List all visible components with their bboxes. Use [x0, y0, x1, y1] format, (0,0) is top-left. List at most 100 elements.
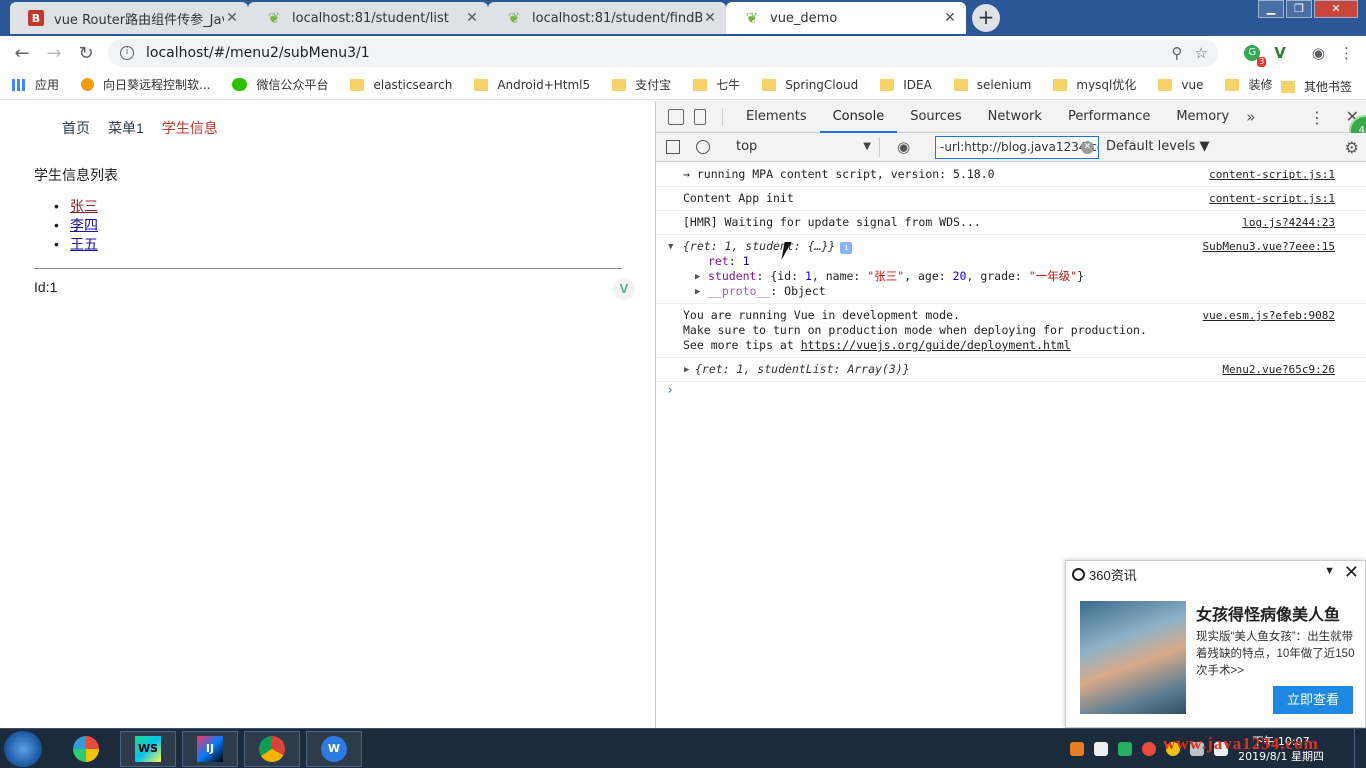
student-link[interactable]: 张三	[70, 198, 98, 214]
more-tabs-icon[interactable]: »	[1246, 108, 1255, 126]
taskbar-app-colorful[interactable]	[58, 731, 114, 767]
wps-icon: W	[321, 736, 347, 762]
browser-menu-icon[interactable]: ⋮	[1339, 44, 1354, 62]
bookmark-folder[interactable]: selenium	[953, 78, 1031, 92]
taskbar-app-chrome[interactable]	[244, 731, 300, 767]
tab-close-icon[interactable]: ✕	[942, 10, 958, 26]
back-icon[interactable]: ←	[6, 43, 38, 64]
close-window-icon[interactable]: ✕	[1314, 0, 1358, 18]
sogou-ime-icon[interactable]	[1070, 742, 1085, 756]
devtools-tab-console[interactable]: Console	[819, 101, 898, 133]
reload-icon[interactable]: ↻	[70, 43, 102, 64]
bookmark-folder[interactable]: elasticsearch	[350, 78, 452, 92]
tab-vue-demo[interactable]: ❦ vue_demo ✕	[726, 2, 966, 34]
address-bar[interactable]: i localhost/#/menu2/subMenu3/1 ⚲ ☆	[108, 39, 1218, 67]
clear-filter-icon[interactable]: ✕	[1081, 141, 1094, 154]
bookmark-folder[interactable]: vue	[1158, 78, 1203, 92]
notification-icon[interactable]	[1094, 742, 1109, 756]
expand-triangle-icon[interactable]: ▶	[695, 270, 700, 285]
other-bookmarks[interactable]: 其他书签	[1280, 78, 1352, 95]
vue-devtools-extension-icon[interactable]: V	[1274, 44, 1286, 62]
inspect-element-icon[interactable]	[668, 108, 684, 125]
nav-student-info-link[interactable]: 学生信息	[162, 118, 218, 138]
devtools-tab-memory[interactable]: Memory	[1163, 101, 1242, 133]
tab-close-icon[interactable]: ✕	[702, 10, 718, 26]
source-link[interactable]: SubMenu3.vue?7eee:15	[1203, 239, 1335, 254]
collapse-triangle-icon[interactable]: ▼	[668, 240, 673, 255]
student-link[interactable]: 王五	[70, 236, 98, 252]
nav-menu1-link[interactable]: 菜单1	[108, 118, 144, 138]
log-levels-dropdown[interactable]: Default levels ▼	[1106, 139, 1209, 154]
tab-student-findbyid[interactable]: ❦ localhost:81/student/findById ✕	[488, 2, 726, 34]
clear-console-icon[interactable]	[696, 140, 710, 154]
object-header[interactable]: ▼ {ret: 1, student: {…}} i	[668, 239, 1227, 254]
360-tray-icon[interactable]	[1142, 742, 1157, 756]
sidebar-toggle-icon[interactable]	[666, 140, 680, 154]
view-now-button[interactable]: 立即查看	[1273, 686, 1353, 714]
expand-triangle-icon[interactable]: ▶	[684, 363, 689, 378]
vue-devtools-floating-icon[interactable]: V	[613, 278, 635, 300]
student-link[interactable]: 李四	[70, 217, 98, 233]
console-prompt[interactable]: ›	[656, 382, 1366, 400]
popup-close-icon[interactable]: ✕	[1344, 562, 1359, 583]
bookmark-folder[interactable]: SpringCloud	[762, 78, 858, 92]
source-link[interactable]: content-script.js:1	[1209, 167, 1335, 182]
profile-avatar-icon[interactable]: ◉	[1312, 44, 1325, 62]
bookmark-folder[interactable]: IDEA	[880, 78, 932, 92]
object-property-proto[interactable]: ▶ __proto__: Object	[683, 284, 1227, 299]
site-info-icon[interactable]: i	[120, 46, 134, 60]
tab-student-list[interactable]: ❦ localhost:81/student/list ✕	[248, 2, 488, 34]
bookmark-star-icon[interactable]: ☆	[1195, 44, 1208, 62]
folder-icon	[350, 78, 365, 91]
new-tab-button[interactable]: +	[972, 4, 1000, 32]
grammarly-extension-icon[interactable]: G3	[1244, 45, 1267, 67]
console-object-message[interactable]: ▶ {ret: 1, studentList: Array(3)} Menu2.…	[656, 358, 1366, 382]
bookmark-sunlogin[interactable]: 向日葵远程控制软...	[81, 76, 210, 93]
nav-home-link[interactable]: 首页	[62, 118, 90, 138]
message-text: See more tips at	[683, 338, 801, 352]
devtools-tab-elements[interactable]: Elements	[733, 101, 820, 133]
news-title[interactable]: 女孩得怪病像美人鱼	[1196, 601, 1340, 625]
bookmark-wechat[interactable]: 微信公众平台	[232, 76, 328, 93]
live-expression-eye-icon[interactable]: ◉	[897, 138, 910, 156]
source-link[interactable]: vue.esm.js?efeb:9082	[1203, 308, 1335, 323]
bookmark-folder[interactable]: Android+Html5	[474, 78, 590, 92]
maximize-icon[interactable]: ❐	[1286, 0, 1312, 18]
taskbar-app-intellij[interactable]: IJ	[182, 731, 238, 767]
bookmark-folder[interactable]: mysql优化	[1053, 76, 1136, 93]
start-button-icon[interactable]	[4, 731, 42, 767]
context-selector[interactable]: top ▼	[728, 137, 880, 157]
console-message: [HMR] Waiting for update signal from WDS…	[656, 211, 1366, 235]
minimize-icon[interactable]: ▁	[1258, 0, 1284, 18]
security-shield-icon[interactable]	[1118, 742, 1133, 756]
news-image[interactable]	[1080, 601, 1186, 714]
tab-close-icon[interactable]: ✕	[464, 10, 480, 26]
tab-close-icon[interactable]: ✕	[224, 10, 240, 26]
zoom-search-icon[interactable]: ⚲	[1172, 44, 1183, 62]
expand-triangle-icon[interactable]: ▶	[695, 285, 700, 300]
source-link[interactable]: content-script.js:1	[1209, 191, 1335, 206]
console-settings-gear-icon[interactable]: ⚙	[1345, 138, 1359, 157]
object-property-student[interactable]: ▶ student: {id: 1, name: "张三", age: 20, …	[683, 269, 1227, 284]
taskbar-app-webstorm[interactable]: WS	[120, 731, 176, 767]
devtools-menu-icon[interactable]: ⋮	[1309, 108, 1325, 127]
console-filter-input[interactable]: -url:http://blog.java1234.com	[935, 136, 1099, 159]
forward-icon[interactable]: →	[38, 43, 70, 64]
bookmark-folder[interactable]: 七牛	[693, 76, 740, 93]
taskbar-app-wps[interactable]: W	[306, 731, 362, 767]
source-link[interactable]: Menu2.vue?65c9:26	[1222, 362, 1335, 377]
popup-header: 360资讯	[1066, 561, 1365, 587]
tab-vue-router-article[interactable]: B vue Router路由组件传参_Java开 ✕	[10, 2, 248, 34]
bookmark-apps[interactable]: 应用	[12, 76, 59, 93]
bookmark-label: 装修	[1248, 78, 1273, 92]
show-desktop-button[interactable]	[1354, 729, 1366, 768]
devtools-tab-sources[interactable]: Sources	[897, 101, 974, 133]
bookmark-folder[interactable]: 装修	[1225, 76, 1272, 93]
device-toggle-icon[interactable]	[694, 108, 706, 125]
vue-docs-link[interactable]: https://vuejs.org/guide/deployment.html	[801, 338, 1071, 352]
devtools-tab-network[interactable]: Network	[975, 101, 1055, 133]
bookmark-folder[interactable]: 支付宝	[612, 76, 671, 93]
source-link[interactable]: log.js?4244:23	[1242, 215, 1335, 230]
popup-dropdown-icon[interactable]: ▼	[1324, 565, 1335, 577]
devtools-tab-performance[interactable]: Performance	[1055, 101, 1163, 133]
